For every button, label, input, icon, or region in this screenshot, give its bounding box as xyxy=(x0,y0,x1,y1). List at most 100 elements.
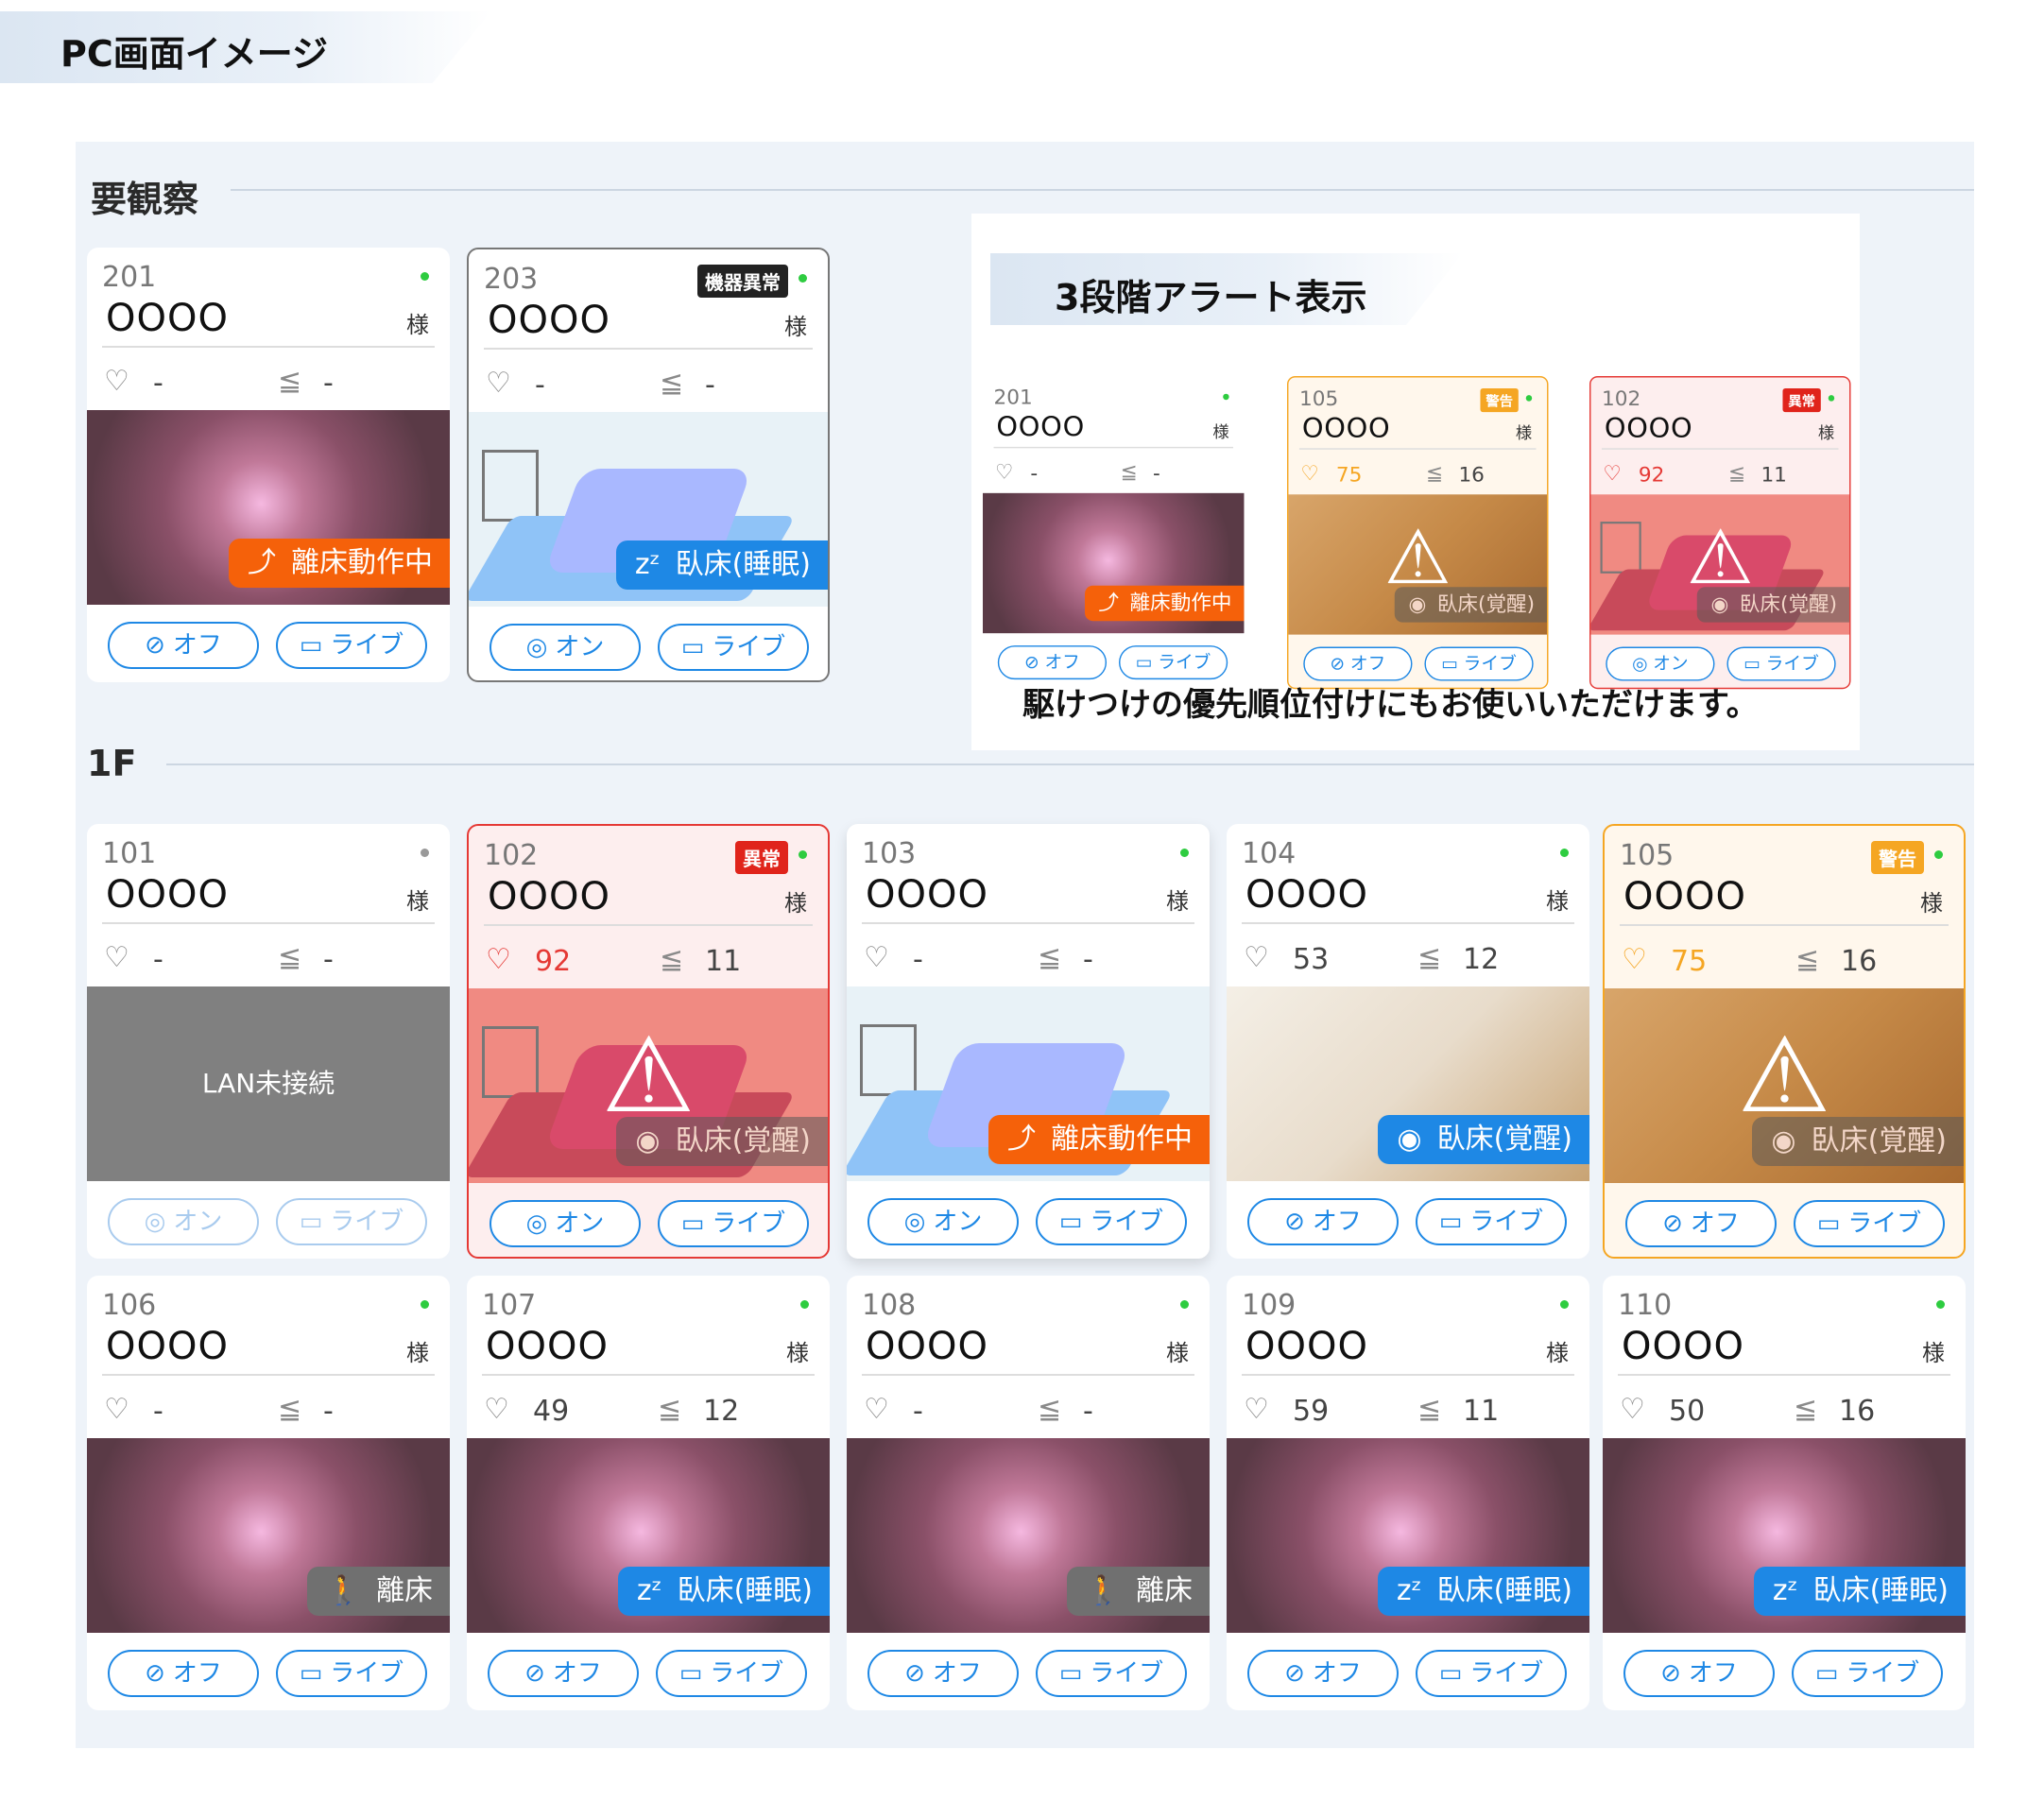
vitals-row: ♡ - ≦ - xyxy=(862,1387,1193,1436)
heart-pulse-icon: ♡ xyxy=(104,941,129,974)
room-card-103[interactable]: 103 OOOO 様 ♡ - ≦ - ⤴ 離床動作中 ◎ オン ▭ ライブ xyxy=(847,824,1210,1259)
camera-feed[interactable]: zᶻ 臥床(睡眠) xyxy=(467,1438,830,1633)
respiration-icon: ≦ xyxy=(278,1393,302,1426)
camera-toggle-button[interactable]: ⊘ オフ xyxy=(1623,1650,1775,1697)
room-illustration[interactable]: ⚠ ◉ 臥床(覚醒) xyxy=(469,988,828,1183)
room-card-105-mini: 105 警告 OOOO 様 ♡ 75 ≦ 16 ⚠ ◉ 臥床(覚醒) ⊘ オフ ▭ ラ… xyxy=(1287,376,1549,690)
room-card-102[interactable]: 102 異常 OOOO 様 ♡ 92 ≦ 11 ⚠ ◉ 臥床(覚醒) ◎ オン ▭ ラ… xyxy=(467,824,830,1259)
divider xyxy=(1298,448,1537,450)
status-badge: 🚶 離床 xyxy=(306,1567,450,1616)
room-number: 101 xyxy=(102,837,157,870)
status-badge: ◉ 臥床(覚醒) xyxy=(616,1117,828,1166)
walking-icon: 🚶 xyxy=(325,1574,361,1607)
live-button[interactable]: ▭ ライブ xyxy=(1036,1198,1187,1245)
respiration-value: - xyxy=(1153,461,1160,486)
heart-rate-value: 75 xyxy=(1335,463,1363,488)
status-label: 離床動作中 xyxy=(291,546,433,579)
button-row: ⊘ オフ ▭ ライブ xyxy=(847,1637,1210,1707)
live-button[interactable]: ▭ ライブ xyxy=(1792,1650,1943,1697)
room-number: 109 xyxy=(1242,1289,1297,1322)
room-number: 102 xyxy=(1601,386,1641,411)
live-label: ライブ xyxy=(1765,653,1819,675)
camera-icon: ◎ xyxy=(903,1208,926,1236)
divider xyxy=(862,1374,1194,1376)
room-card-201[interactable]: 201 OOOO 様 ♡ - ≦ - ⤴ 離床動作中 ⊘ オフ ▭ ライブ xyxy=(87,248,450,682)
camera-toggle-button[interactable]: ◎ オン xyxy=(867,1198,1019,1245)
resident-name: OOOO xyxy=(486,1325,609,1368)
room-photo[interactable]: ◉ 臥床(覚醒) xyxy=(1227,986,1589,1181)
camera-off-icon: ⊘ xyxy=(524,1659,545,1688)
resident-name: OOOO xyxy=(488,299,610,342)
video-icon: ▭ xyxy=(1135,652,1153,673)
live-button[interactable]: ▭ ライブ xyxy=(276,622,427,669)
room-illustration[interactable]: ⤴ 離床動作中 xyxy=(847,986,1210,1181)
room-card-104[interactable]: 104 OOOO 様 ♡ 53 ≦ 12 ◉ 臥床(覚醒) ⊘ オフ ▭ ライブ xyxy=(1227,824,1589,1259)
heart-pulse-icon: ♡ xyxy=(1622,943,1647,976)
room-card-107[interactable]: 107 OOOO 様 ♡ 49 ≦ 12 zᶻ 臥床(睡眠) ⊘ オフ ▭ ライブ xyxy=(467,1276,830,1710)
room-card-108[interactable]: 108 OOOO 様 ♡ - ≦ - 🚶 離床 ⊘ オフ ▭ ライブ xyxy=(847,1276,1210,1710)
camera-toggle-label: オフ xyxy=(172,1659,222,1688)
status-badge: ⤴ 離床動作中 xyxy=(988,1115,1210,1164)
respiration-value: 11 xyxy=(705,945,742,978)
camera-feed[interactable]: zᶻ 臥床(睡眠) xyxy=(1603,1438,1966,1633)
camera-feed[interactable]: 🚶 離床 xyxy=(847,1438,1210,1633)
status-badge: zᶻ 臥床(睡眠) xyxy=(617,1567,830,1616)
alert-levels-inset: 3段階アラート表示 201 OOOO 様 ♡ - ≦ - ⤴ 離床動作中 ⊘ オフ … xyxy=(971,214,1860,750)
room-card-105[interactable]: 105 警告 OOOO 様 ♡ 75 ≦ 16 ⚠ ◉ 臥床(覚醒) ⊘ オフ ▭ ラ… xyxy=(1603,824,1966,1259)
camera-toggle-button[interactable]: ⊘ オフ xyxy=(108,622,259,669)
camera-toggle-button[interactable]: ◎ オン xyxy=(490,624,641,671)
camera-toggle-button[interactable]: ⊘ オフ xyxy=(108,1650,259,1697)
heart-pulse-icon: ♡ xyxy=(104,1393,129,1426)
live-label: ライブ xyxy=(1463,653,1517,675)
room-card-101[interactable]: 101 OOOO 様 ♡ - ≦ - LAN未接続 ◎ オン ▭ ライブ xyxy=(87,824,450,1259)
camera-feed[interactable]: 🚶 離床 xyxy=(87,1438,450,1633)
live-button[interactable]: ▭ ライブ xyxy=(658,624,809,671)
vitals-row: ♡ - ≦ - xyxy=(994,456,1232,491)
live-button[interactable]: ▭ ライブ xyxy=(1416,1198,1567,1245)
live-button[interactable]: ▭ ライブ xyxy=(656,1650,807,1697)
room-photo[interactable]: ⚠ ◉ 臥床(覚醒) xyxy=(1605,988,1964,1183)
camera-toggle-button[interactable]: ⊘ オフ xyxy=(867,1650,1019,1697)
honorific: 様 xyxy=(1920,890,1943,917)
mini-card-normal: 201 OOOO 様 ♡ - ≦ - ⤴ 離床動作中 ⊘ オフ ▭ ライブ xyxy=(983,376,1245,690)
online-indicator xyxy=(1560,1300,1569,1309)
live-button[interactable]: ▭ ライブ xyxy=(1416,1650,1567,1697)
camera-feed[interactable]: ⤴ 離床動作中 xyxy=(87,410,450,605)
live-button[interactable]: ▭ ライブ xyxy=(658,1200,809,1247)
room-card-110[interactable]: 110 OOOO 様 ♡ 50 ≦ 16 zᶻ 臥床(睡眠) ⊘ オフ ▭ ライブ xyxy=(1603,1276,1966,1710)
button-row: ◎ オン ▭ ライブ xyxy=(469,610,828,680)
camera-toggle-button[interactable]: ⊘ オフ xyxy=(1247,1198,1399,1245)
camera-toggle-button[interactable]: ◎ オン xyxy=(490,1200,641,1247)
camera-toggle-button[interactable]: ⊘ オフ xyxy=(488,1650,639,1697)
video-icon: ▭ xyxy=(1743,653,1761,675)
room-card-203[interactable]: 203 機器異常 OOOO 様 ♡ - ≦ - zᶻ 臥床(睡眠) ◎ オン ▭ ライ… xyxy=(467,248,830,682)
camera-feed[interactable]: zᶻ 臥床(睡眠) xyxy=(1227,1438,1589,1633)
online-indicator xyxy=(1180,849,1189,857)
respiration-value: - xyxy=(323,367,334,400)
sleep-zzz-icon: zᶻ xyxy=(634,548,661,581)
camera-toggle-button[interactable]: ⊘ オフ xyxy=(1625,1200,1777,1247)
warning-badge: 警告 xyxy=(1480,387,1519,413)
room-number: 102 xyxy=(484,839,539,872)
section-divider xyxy=(166,763,1974,765)
respiration-icon: ≦ xyxy=(658,1393,682,1426)
live-label: ライブ xyxy=(330,631,404,660)
room-card-109[interactable]: 109 OOOO 様 ♡ 59 ≦ 11 zᶻ 臥床(睡眠) ⊘ オフ ▭ ライブ xyxy=(1227,1276,1589,1710)
live-button[interactable]: ▭ ライブ xyxy=(1036,1650,1187,1697)
live-button[interactable]: ▭ ライブ xyxy=(276,1650,427,1697)
room-card-106[interactable]: 106 OOOO 様 ♡ - ≦ - 🚶 離床 ⊘ オフ ▭ ライブ xyxy=(87,1276,450,1710)
sleep-zzz-icon: zᶻ xyxy=(1396,1574,1422,1607)
divider xyxy=(1242,1374,1574,1376)
camera-toggle-button[interactable]: ⊘ オフ xyxy=(1247,1650,1399,1697)
resident-name: OOOO xyxy=(106,1325,229,1368)
live-button[interactable]: ▭ ライブ xyxy=(1794,1200,1945,1247)
button-row: ⊘ オフ ▭ ライブ xyxy=(87,1637,450,1707)
room-number: 110 xyxy=(1618,1289,1673,1322)
window-graphic xyxy=(482,450,539,522)
resident-name: OOOO xyxy=(106,873,229,917)
room-illustration[interactable]: zᶻ 臥床(睡眠) xyxy=(469,412,828,607)
camera-toggle-button[interactable]: ◎ オン xyxy=(108,1198,259,1245)
honorific: 様 xyxy=(784,890,807,917)
live-button[interactable]: ▭ ライブ xyxy=(276,1198,427,1245)
camera-toggle-label: オフ xyxy=(172,631,222,660)
